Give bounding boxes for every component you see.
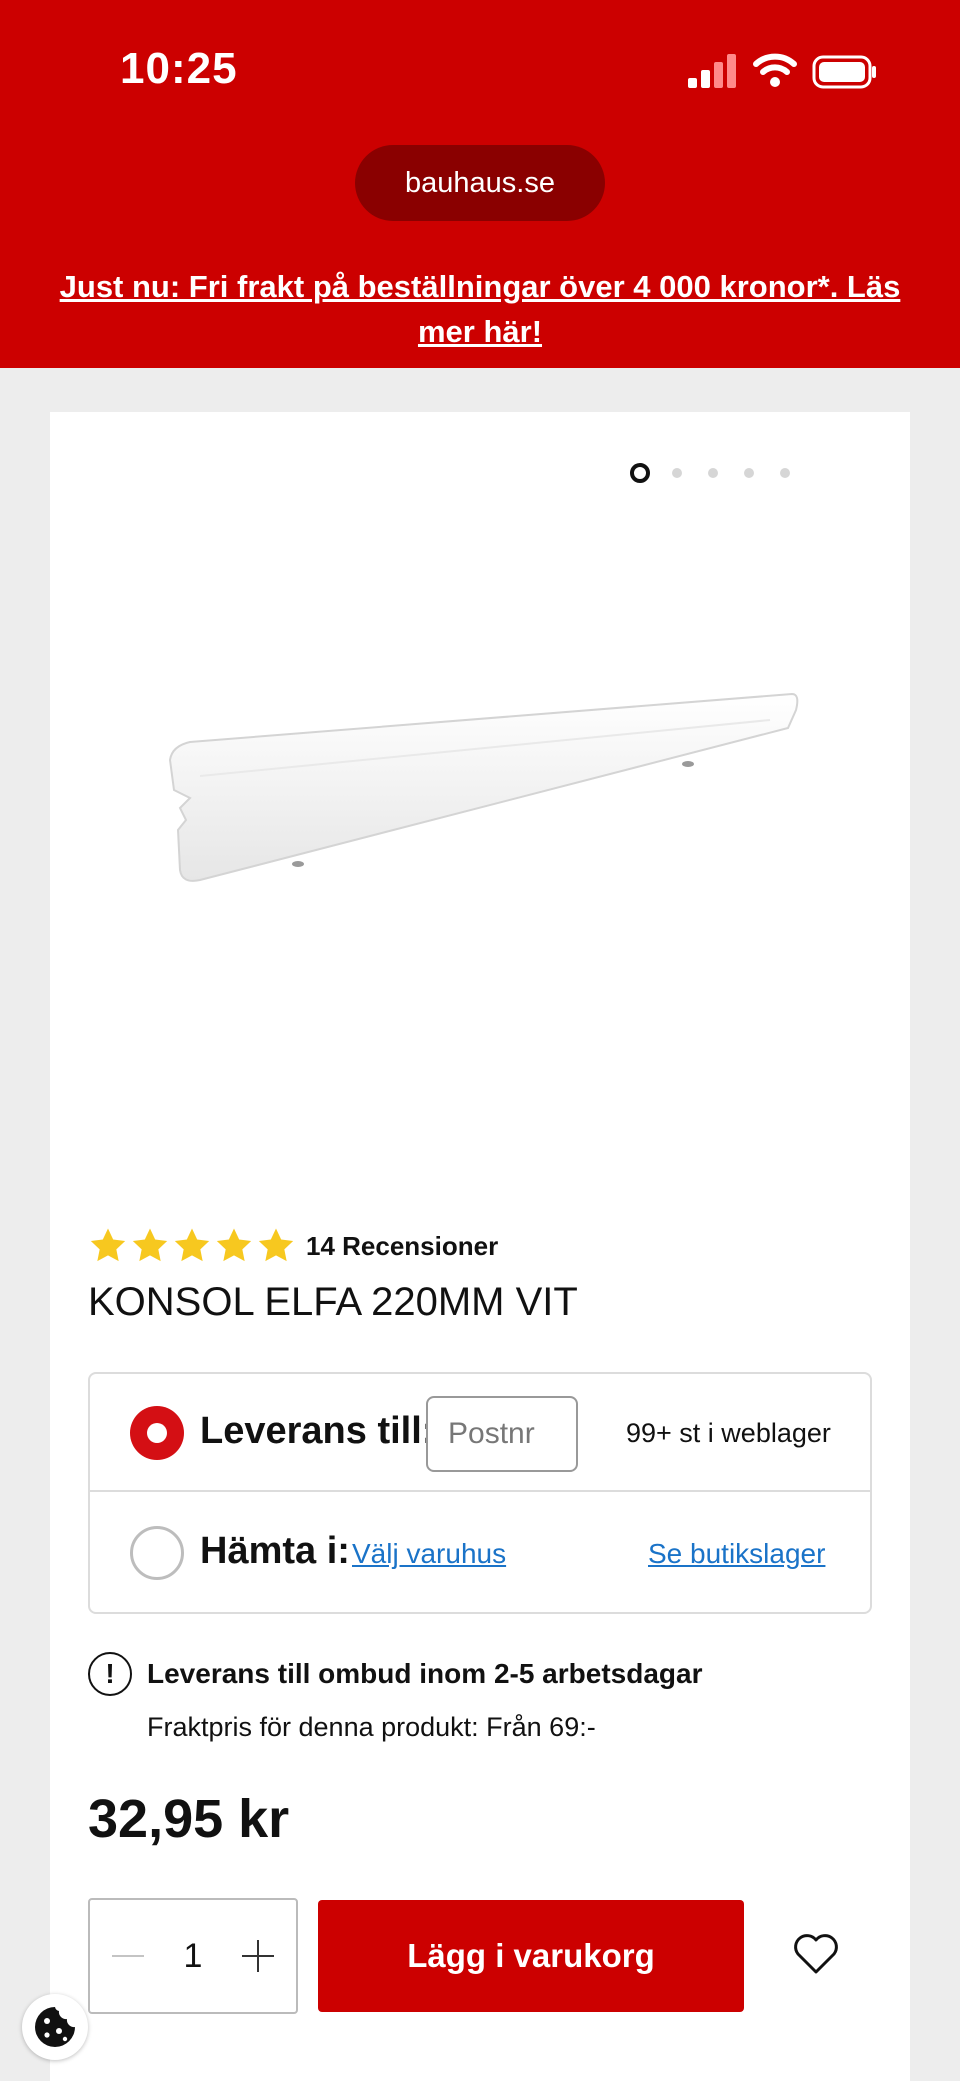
gallery-dot[interactable] xyxy=(780,468,790,478)
product-title: KONSOL ELFA 220MM VIT xyxy=(88,1280,578,1324)
status-bar: 10:25 xyxy=(0,0,960,140)
delivery-label: Leverans till: xyxy=(200,1410,435,1452)
info-exclamation-icon: ! xyxy=(88,1652,132,1696)
shipping-info-title: Leverans till ombud inom 2-5 arbetsdagar xyxy=(147,1658,703,1689)
battery-icon xyxy=(812,55,876,89)
shipping-price-text: Fraktpris för denna produkt: Från 69:- xyxy=(147,1712,596,1742)
url-text: bauhaus.se xyxy=(405,166,555,199)
pickup-option-row[interactable]: Hämta i: Välj varuhus Se butikslager xyxy=(90,1494,870,1612)
star-icon xyxy=(90,1228,126,1262)
star-icon xyxy=(174,1228,210,1262)
product-price: 32,95 kr xyxy=(88,1789,290,1849)
decrease-quantity-button[interactable] xyxy=(108,1936,148,1976)
web-stock-text: 99+ st i weblager xyxy=(626,1418,831,1448)
url-bar[interactable]: bauhaus.se xyxy=(355,145,605,221)
status-time: 10:25 xyxy=(120,44,238,93)
delivery-options: Leverans till: 99+ st i weblager Hämta i… xyxy=(88,1372,872,1614)
postnr-input[interactable] xyxy=(426,1396,578,1472)
quantity-stepper: 1 xyxy=(88,1898,298,2014)
product-image[interactable] xyxy=(160,680,800,910)
add-to-cart-button[interactable]: Lägg i varukorg xyxy=(318,1900,744,2012)
rating-stars xyxy=(88,1226,296,1266)
promo-banner-link[interactable]: Just nu: Fri frakt på beställningar över… xyxy=(40,264,920,354)
shipping-info: ! Leverans till ombud inom 2-5 arbetsdag… xyxy=(88,1652,868,1752)
gallery-dot[interactable] xyxy=(744,468,754,478)
pickup-radio[interactable] xyxy=(130,1526,184,1580)
minus-icon xyxy=(112,1955,144,1957)
review-count[interactable]: 14 Recensioner xyxy=(306,1231,498,1262)
delivery-option-row[interactable]: Leverans till: 99+ st i weblager xyxy=(90,1374,870,1492)
star-icon xyxy=(258,1228,294,1262)
gallery-dot[interactable] xyxy=(708,468,718,478)
gallery-dot[interactable] xyxy=(672,468,682,478)
cookie-icon xyxy=(35,2007,75,2047)
gallery-pagination xyxy=(630,462,816,484)
cellular-signal-icon xyxy=(688,54,736,88)
heart-icon[interactable] xyxy=(792,1932,840,1976)
gallery-dot-active[interactable] xyxy=(630,463,650,483)
increase-quantity-button[interactable] xyxy=(238,1936,278,1976)
pickup-label: Hämta i: xyxy=(200,1530,350,1572)
star-icon xyxy=(132,1228,168,1262)
choose-store-link[interactable]: Välj varuhus xyxy=(352,1538,506,1570)
quantity-value[interactable]: 1 xyxy=(184,1937,203,1976)
delivery-radio-selected[interactable] xyxy=(130,1406,184,1460)
product-rating[interactable]: 14 Recensioner xyxy=(88,1224,498,1268)
plus-icon xyxy=(241,1940,274,1972)
star-icon xyxy=(216,1228,252,1262)
cookie-settings-button[interactable] xyxy=(22,1994,88,2060)
store-stock-link[interactable]: Se butikslager xyxy=(648,1538,825,1570)
wifi-icon xyxy=(753,53,797,87)
